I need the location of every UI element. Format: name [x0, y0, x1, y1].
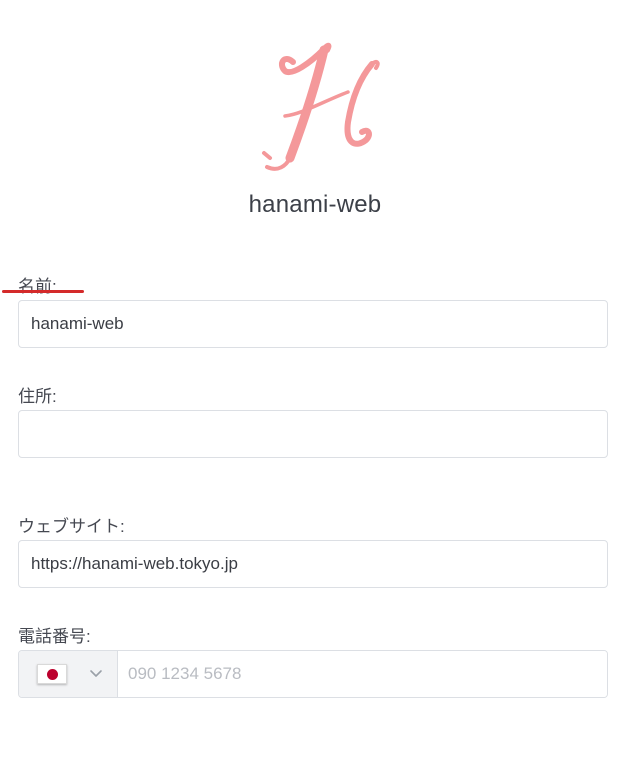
name-input[interactable] [18, 300, 608, 348]
phone-field [18, 650, 608, 698]
website-label: ウェブサイト: [18, 517, 125, 536]
address-input[interactable] [18, 410, 608, 458]
japan-flag-icon [37, 664, 67, 684]
website-input[interactable] [18, 540, 608, 588]
brand-name: hanami-web [248, 191, 382, 218]
country-code-select[interactable] [19, 651, 118, 697]
script-h-logo-icon [262, 42, 380, 171]
phone-label: 電話番号: [18, 627, 91, 646]
profile-form-page: hanami-web 名前: 住所: ウェブサイト: 電話番号: [0, 0, 640, 760]
address-label: 住所: [18, 387, 57, 406]
label-underline-annotation [2, 290, 84, 293]
name-label: 名前: [18, 277, 57, 296]
phone-input[interactable] [118, 651, 607, 697]
chevron-down-icon [90, 670, 102, 677]
